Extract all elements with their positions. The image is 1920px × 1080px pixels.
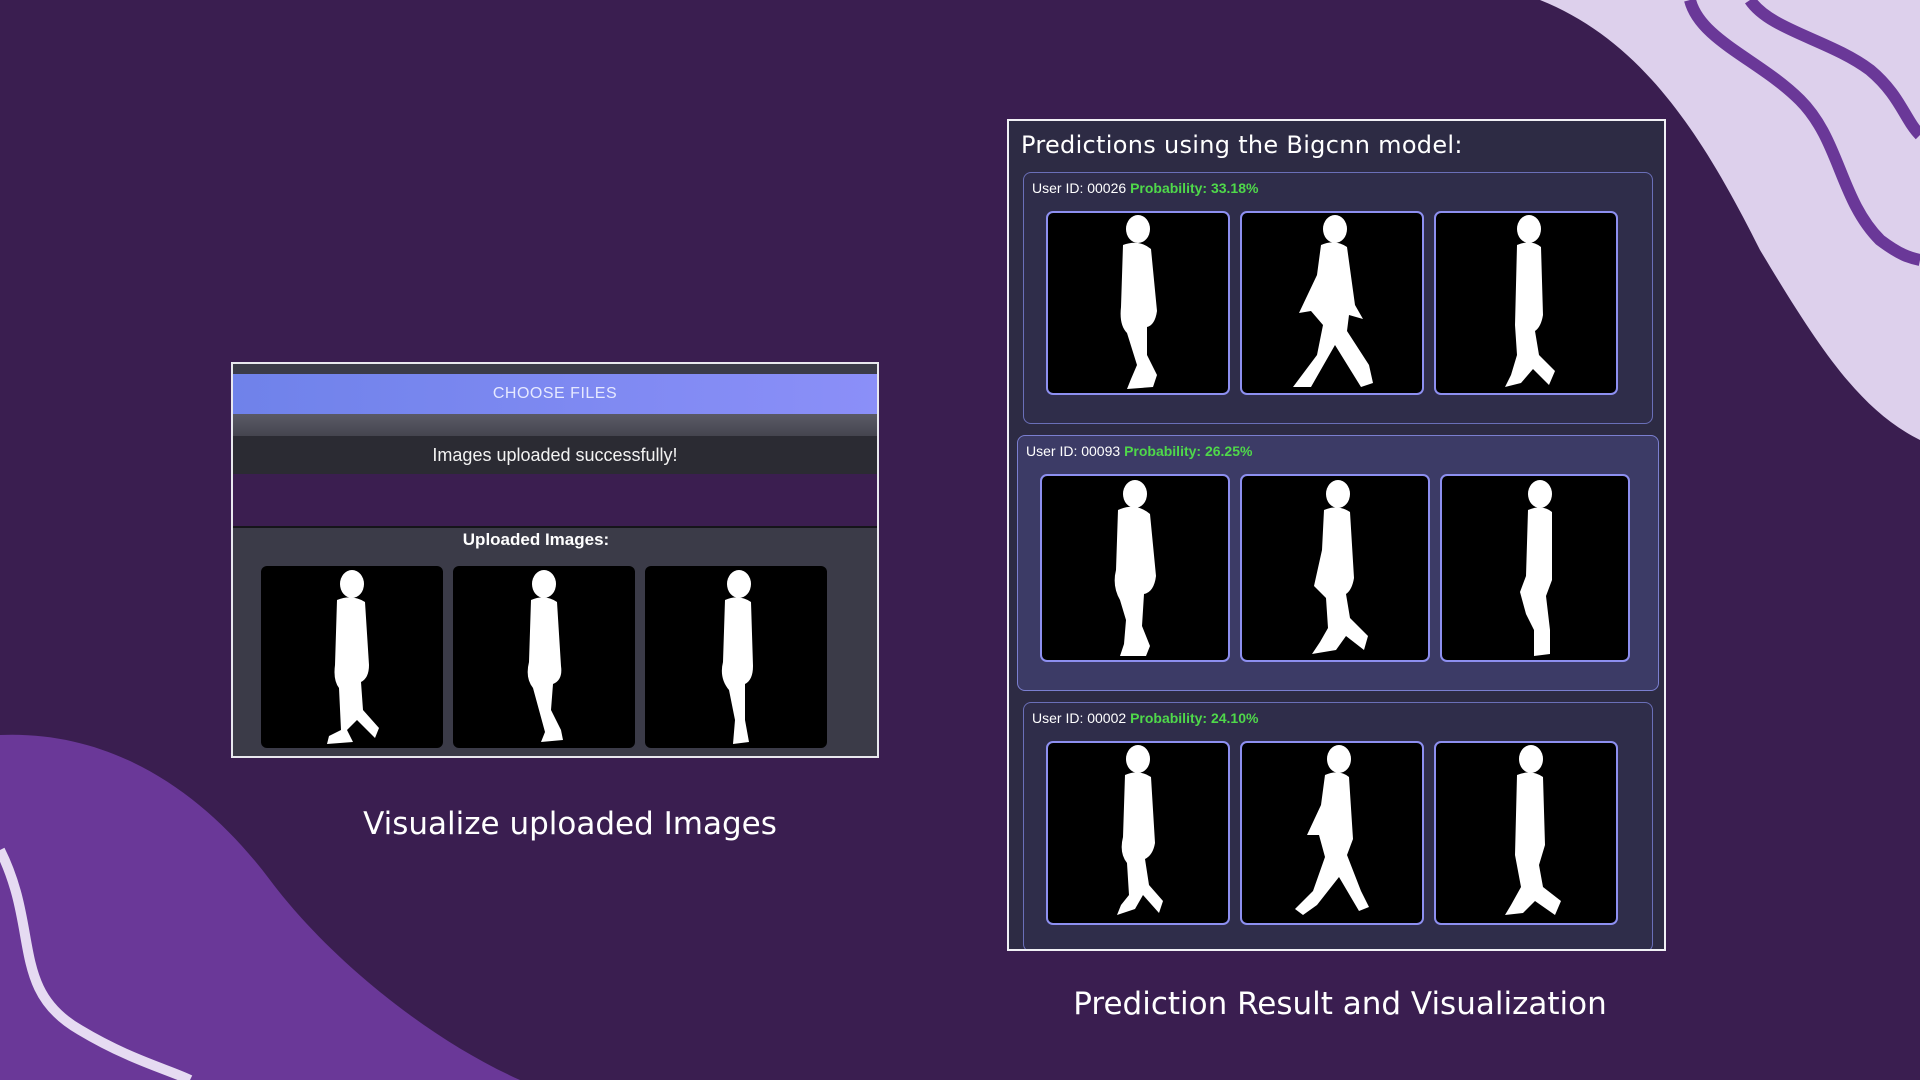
probability: Probability: 24.10% bbox=[1130, 710, 1259, 726]
divider bbox=[233, 414, 877, 436]
prediction-image bbox=[1440, 474, 1630, 662]
prediction-header: User ID: 00093 Probability: 26.25% bbox=[1026, 443, 1252, 459]
prediction-image bbox=[1434, 741, 1618, 925]
predictions-title: Predictions using the Bigcnn model: bbox=[1021, 131, 1463, 159]
prediction-images bbox=[1046, 741, 1618, 925]
prediction-panel-screenshot: Predictions using the Bigcnn model: User… bbox=[1007, 119, 1666, 951]
spacer bbox=[233, 474, 877, 528]
silhouette-icon bbox=[1293, 215, 1373, 387]
prediction-header: User ID: 00026 Probability: 33.18% bbox=[1032, 180, 1258, 196]
silhouette-icon bbox=[1117, 745, 1163, 915]
prediction-image bbox=[1240, 741, 1424, 925]
prediction-card: User ID: 00026 Probability: 33.18% bbox=[1023, 172, 1653, 424]
silhouette-icon bbox=[1312, 480, 1368, 654]
prediction-card: User ID: 00002 Probability: 24.10% bbox=[1023, 702, 1653, 949]
uploaded-images-title: Uploaded Images: bbox=[462, 530, 610, 549]
prediction-image bbox=[1046, 741, 1230, 925]
silhouette-icon bbox=[527, 570, 563, 742]
probability: Probability: 26.25% bbox=[1124, 443, 1253, 459]
prediction-images bbox=[1046, 211, 1618, 395]
silhouette-icon bbox=[1505, 745, 1561, 915]
silhouette-icon bbox=[1295, 745, 1369, 915]
upload-success-message: Images uploaded successfully! bbox=[233, 436, 877, 474]
probability: Probability: 33.18% bbox=[1130, 180, 1259, 196]
caption-upload: Visualize uploaded Images bbox=[363, 806, 777, 842]
choose-files-button[interactable]: CHOOSE FILES bbox=[233, 374, 877, 414]
silhouette-icon bbox=[1114, 480, 1156, 656]
panel-top-bar bbox=[233, 364, 877, 374]
user-id: User ID: 00002 bbox=[1032, 710, 1127, 726]
prediction-image bbox=[1240, 474, 1430, 662]
upload-panel-screenshot: CHOOSE FILES Images uploaded successfull… bbox=[231, 362, 879, 758]
silhouette-icon bbox=[1505, 215, 1555, 387]
prediction-image bbox=[1040, 474, 1230, 662]
silhouette-icon bbox=[1520, 480, 1552, 656]
caption-prediction: Prediction Result and Visualization bbox=[1073, 986, 1607, 1022]
uploaded-image bbox=[645, 566, 827, 748]
prediction-images bbox=[1040, 474, 1630, 662]
silhouette-icon bbox=[1120, 215, 1157, 389]
prediction-image bbox=[1046, 211, 1230, 395]
silhouette-icon bbox=[327, 570, 379, 744]
silhouette-icon bbox=[721, 570, 753, 744]
user-id: User ID: 00026 bbox=[1032, 180, 1127, 196]
prediction-card-highlighted: User ID: 00093 Probability: 26.25% bbox=[1017, 435, 1659, 691]
user-id: User ID: 00093 bbox=[1026, 443, 1121, 459]
prediction-header: User ID: 00002 Probability: 24.10% bbox=[1032, 710, 1258, 726]
prediction-image bbox=[1434, 211, 1618, 395]
uploaded-images-row bbox=[233, 566, 877, 748]
uploaded-image bbox=[261, 566, 443, 748]
prediction-image bbox=[1240, 211, 1424, 395]
uploaded-image bbox=[453, 566, 635, 748]
